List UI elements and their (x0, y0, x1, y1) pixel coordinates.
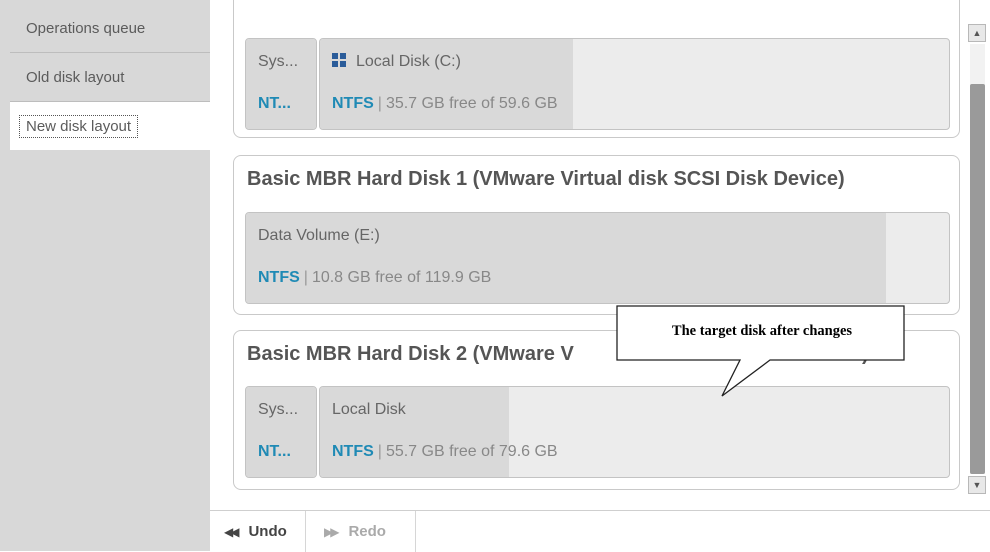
partition-detail: 35.7 GB free of 59.6 GB (385, 95, 558, 112)
undo-button[interactable]: ◀◀ Undo (210, 511, 306, 552)
undo-label: Undo (248, 523, 287, 540)
partition-name: Local Disk (C:) (356, 53, 461, 70)
partition-fs-line: NT... (258, 95, 291, 113)
arrow-down-icon: ▼ (972, 480, 982, 490)
disk-card: Basic MBR Hard Disk 2 (VMware V ce) Sys..… (233, 330, 960, 490)
undo-icon: ◀◀ (224, 524, 240, 539)
disk-title-right: ce) (839, 343, 869, 365)
separator: | (377, 443, 382, 460)
partition-name-row: Local Disk (C:) (332, 53, 461, 71)
partition-name: Sys... (258, 53, 299, 70)
partition-system[interactable]: Sys... NT... (245, 386, 317, 478)
disk-title: Basic MBR Hard Disk 1 (VMware Virtual di… (247, 168, 845, 190)
partition-fs-line: NTFS | 35.7 GB free of 59.6 GB (332, 95, 558, 113)
tab-operations-queue[interactable]: Operations queue (10, 5, 210, 53)
redo-icon: ▶▶ (324, 524, 340, 539)
sidebar: Operations queue Old disk layout New dis… (0, 0, 210, 551)
tab-label: Old disk layout (26, 69, 125, 86)
separator: | (377, 95, 382, 112)
tab-label: Operations queue (26, 20, 146, 37)
partition-fs-line: NTFS | 55.7 GB free of 79.6 GB (332, 443, 558, 461)
partition-fs: NTFS (332, 443, 374, 460)
scroll-down-button[interactable]: ▼ (968, 476, 986, 494)
separator: | (303, 269, 308, 286)
tab-old-disk-layout[interactable]: Old disk layout (10, 54, 210, 102)
redo-label: Redo (348, 523, 386, 540)
disk-layout-panel: Sys... NT... Local Disk (C:) NTFS | 35.7 G… (210, 0, 990, 509)
partition-fs-line: NT... (258, 443, 291, 461)
scroll-up-button[interactable]: ▲ (968, 24, 986, 42)
partition-name: Data Volume (E:) (258, 227, 380, 244)
disk-card: Basic MBR Hard Disk 1 (VMware Virtual di… (233, 155, 960, 315)
scrollbar-thumb[interactable] (970, 84, 985, 474)
callout-text: The target disk after changes (671, 323, 853, 339)
redo-button[interactable]: ▶▶ Redo (306, 511, 416, 552)
bottom-toolbar: ◀◀ Undo ▶▶ Redo (210, 510, 990, 552)
partition-system[interactable]: Sys... NT... (245, 38, 317, 130)
partition-fs: NTFS (332, 95, 374, 112)
partition-data-volume-e[interactable]: Data Volume (E:) NTFS | 10.8 GB free of 11… (245, 212, 950, 304)
disk-card: Sys... NT... Local Disk (C:) NTFS | 35.7 G… (233, 0, 960, 138)
disk-title-left: Basic MBR Hard Disk 2 (VMware V (247, 343, 574, 365)
arrow-up-icon: ▲ (972, 28, 982, 38)
windows-icon (332, 53, 346, 67)
partition-local-disk[interactable]: Local Disk NTFS | 55.7 GB free of 79.6 GB (319, 386, 950, 478)
partition-detail: 55.7 GB free of 79.6 GB (385, 443, 558, 460)
partition-detail: 10.8 GB free of 119.9 GB (311, 269, 492, 286)
partition-name: Local Disk (332, 401, 406, 418)
tab-new-disk-layout[interactable]: New disk layout (10, 102, 210, 150)
tab-label: New disk layout (19, 114, 139, 138)
disk-title: Basic MBR Hard Disk 2 (VMware V ce) (247, 343, 869, 366)
partition-name: Sys... (258, 401, 299, 418)
partition-fs: NT... (258, 443, 291, 460)
partition-local-disk-c[interactable]: Local Disk (C:) NTFS | 35.7 GB free of 59.… (319, 38, 950, 130)
partition-fs: NT... (258, 95, 291, 112)
partition-fs-line: NTFS | 10.8 GB free of 119.9 GB (258, 269, 491, 287)
partition-fs: NTFS (258, 269, 300, 286)
